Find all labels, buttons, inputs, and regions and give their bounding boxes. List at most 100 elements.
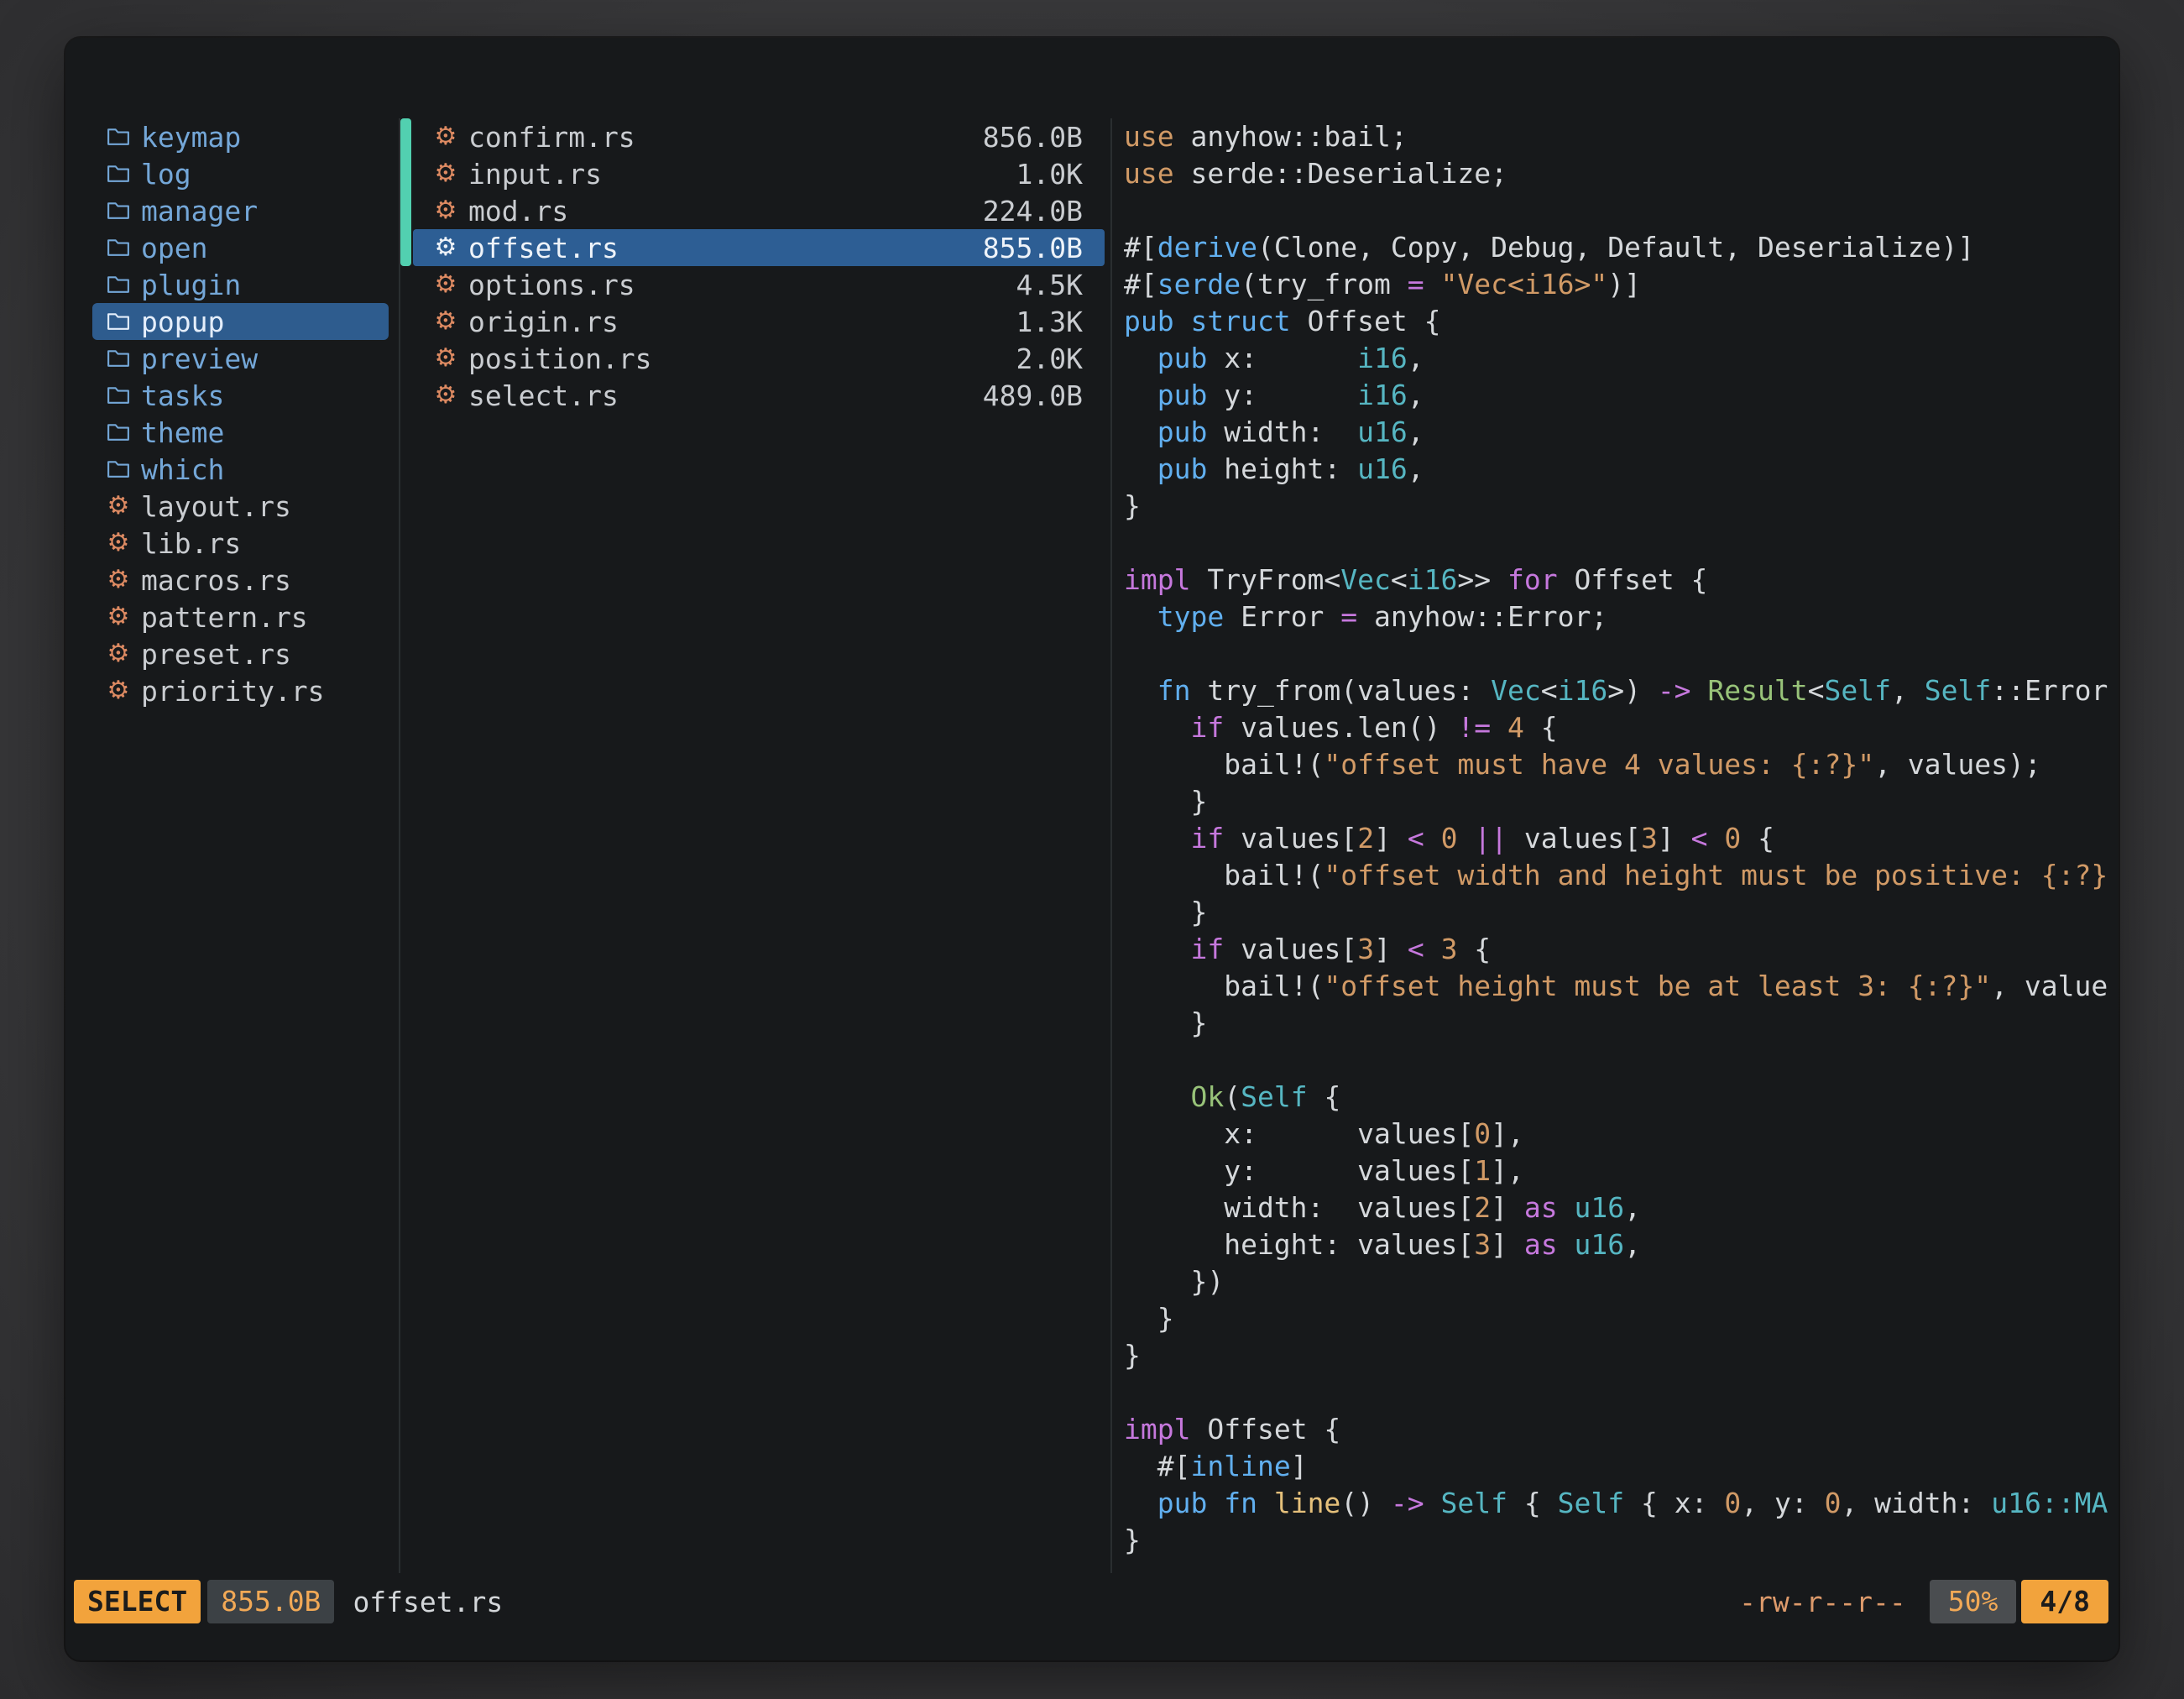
file-label: macros.rs bbox=[141, 564, 291, 597]
rust-file-icon: ⚙ bbox=[431, 309, 460, 334]
current-item-confirm-rs[interactable]: ⚙confirm.rs856.0B bbox=[413, 118, 1105, 155]
code-token: } bbox=[1124, 1006, 1207, 1039]
code-token: bail!( bbox=[1124, 970, 1324, 1002]
code-token bbox=[1124, 1080, 1190, 1113]
status-bar: SELECT 855.0B offset.rs -rw-r--r-- 50% 4… bbox=[74, 1580, 2108, 1623]
file-size: 489.0B bbox=[983, 379, 1083, 412]
code-token: != bbox=[1457, 711, 1491, 744]
code-token: (try_from bbox=[1241, 268, 1408, 301]
code-token bbox=[1424, 822, 1441, 855]
code-line: use serde::Deserialize; bbox=[1124, 155, 2119, 192]
code-token: Offset { bbox=[1558, 563, 1708, 596]
code-line: } bbox=[1124, 1337, 2119, 1374]
preview-pane: use anyhow::bail;use serde::Deserialize;… bbox=[1112, 118, 2119, 1573]
parent-item-open[interactable]: open bbox=[92, 229, 389, 266]
file-size: 855.0B bbox=[983, 232, 1083, 264]
file-permissions: -rw-r--r-- bbox=[1739, 1586, 1906, 1618]
dir-label: popup bbox=[141, 306, 224, 338]
file-name: origin.rs bbox=[468, 306, 619, 338]
code-token: < bbox=[1691, 822, 1708, 855]
parent-item-keymap[interactable]: keymap bbox=[92, 118, 389, 155]
code-line: use anyhow::bail; bbox=[1124, 118, 2119, 155]
code-token: Self bbox=[1925, 674, 1991, 707]
file-label: pattern.rs bbox=[141, 601, 308, 634]
code-token: || bbox=[1474, 822, 1507, 855]
code-token: x: bbox=[1207, 342, 1357, 374]
parent-item-preset-rs[interactable]: ⚙preset.rs bbox=[92, 635, 389, 672]
code-token: serde bbox=[1157, 268, 1241, 301]
parent-item-log[interactable]: log bbox=[92, 155, 389, 192]
code-token: Offset { bbox=[1291, 305, 1441, 337]
parent-item-macros-rs[interactable]: ⚙macros.rs bbox=[92, 562, 389, 599]
code-token: values.len() bbox=[1224, 711, 1457, 744]
code-line: } bbox=[1124, 1005, 2119, 1042]
code-token: y: bbox=[1207, 379, 1357, 411]
parent-item-popup[interactable]: popup bbox=[92, 303, 389, 340]
code-line: impl TryFrom<Vec<i16>> for Offset { bbox=[1124, 562, 2119, 599]
parent-item-priority-rs[interactable]: ⚙priority.rs bbox=[92, 672, 389, 709]
parent-item-tasks[interactable]: tasks bbox=[92, 377, 389, 414]
code-line: } bbox=[1124, 894, 2119, 931]
parent-item-lib-rs[interactable]: ⚙lib.rs bbox=[92, 525, 389, 562]
file-size: 224.0B bbox=[983, 195, 1083, 227]
current-item-options-rs[interactable]: ⚙options.rs4.5K bbox=[413, 266, 1105, 303]
code-token: } bbox=[1124, 785, 1207, 818]
code-token: { bbox=[1308, 1080, 1341, 1113]
code-token: 3 bbox=[1474, 1228, 1491, 1261]
code-token bbox=[1124, 711, 1190, 744]
code-line: pub fn line() -> Self { Self { x: 0, y: … bbox=[1124, 1485, 2119, 1522]
code-token bbox=[1124, 933, 1190, 965]
code-token: Offset { bbox=[1190, 1413, 1340, 1445]
code-line: if values.len() != 4 { bbox=[1124, 709, 2119, 746]
code-token: inline bbox=[1190, 1450, 1290, 1482]
code-token: { bbox=[1507, 1487, 1558, 1519]
code-token: ] bbox=[1491, 1191, 1524, 1224]
current-item-mod-rs[interactable]: ⚙mod.rs224.0B bbox=[413, 192, 1105, 229]
current-pane: ⚙confirm.rs856.0B⚙input.rs1.0K ⚙ mod.rs 224… bbox=[399, 118, 1112, 1573]
current-item-origin-rs[interactable]: ⚙ origin.rs 1.3K bbox=[413, 303, 1105, 340]
current-item-input-rs[interactable]: ⚙input.rs1.0K bbox=[413, 155, 1105, 192]
file-size-badge: 855.0B bbox=[207, 1580, 334, 1623]
file-name: mod.rs bbox=[468, 195, 568, 227]
code-token: } bbox=[1124, 1339, 1141, 1372]
code-token: ], bbox=[1491, 1154, 1524, 1187]
code-token: { bbox=[1741, 822, 1774, 855]
code-token: width: bbox=[1207, 416, 1357, 448]
rust-file-icon: ⚙ bbox=[104, 641, 133, 667]
parent-item-which[interactable]: which bbox=[92, 451, 389, 488]
parent-item-layout-rs[interactable]: ⚙layout.rs bbox=[92, 488, 389, 525]
code-line: }) bbox=[1124, 1263, 2119, 1300]
current-item-offset-rs[interactable]: ⚙offset.rs855.0B bbox=[413, 229, 1105, 266]
code-token bbox=[1424, 933, 1441, 965]
parent-item-theme[interactable]: theme bbox=[92, 414, 389, 451]
desktop-background: keymaplogmanageropenpluginpopuppreviewta… bbox=[0, 0, 2184, 1699]
code-token: width: values[ bbox=[1124, 1191, 1474, 1224]
code-line bbox=[1124, 635, 2119, 672]
current-item-position-rs[interactable]: ⚙position.rs2.0K bbox=[413, 340, 1105, 377]
folder-icon bbox=[104, 346, 133, 371]
folder-icon bbox=[104, 124, 133, 149]
code-line: } bbox=[1124, 1300, 2119, 1337]
code-token: serde::Deserialize; bbox=[1174, 157, 1507, 190]
code-token: = bbox=[1340, 600, 1357, 633]
code-line bbox=[1124, 525, 2119, 562]
code-token bbox=[1708, 822, 1725, 855]
code-line: height: values[3] as u16, bbox=[1124, 1226, 2119, 1263]
code-token: , bbox=[1408, 342, 1424, 374]
file-size: 1.3K bbox=[1016, 306, 1083, 338]
parent-item-manager[interactable]: manager bbox=[92, 192, 389, 229]
file-name: offset.rs bbox=[468, 232, 619, 264]
code-token: -> bbox=[1658, 674, 1691, 707]
code-line: y: values[1], bbox=[1124, 1153, 2119, 1189]
code-token bbox=[1424, 268, 1441, 301]
parent-item-preview[interactable]: preview bbox=[92, 340, 389, 377]
parent-item-plugin[interactable]: plugin bbox=[92, 266, 389, 303]
current-item-select-rs[interactable]: ⚙select.rs489.0B bbox=[413, 377, 1105, 414]
code-token bbox=[1424, 1487, 1441, 1519]
code-token: x: values[ bbox=[1124, 1117, 1474, 1150]
code-token: < bbox=[1808, 674, 1825, 707]
rust-file-icon: ⚙ bbox=[104, 531, 133, 556]
parent-item-pattern-rs[interactable]: ⚙pattern.rs bbox=[92, 599, 389, 635]
code-token: "offset width and height must be positiv… bbox=[1324, 859, 2108, 891]
rust-file-icon: ⚙ bbox=[104, 494, 133, 519]
